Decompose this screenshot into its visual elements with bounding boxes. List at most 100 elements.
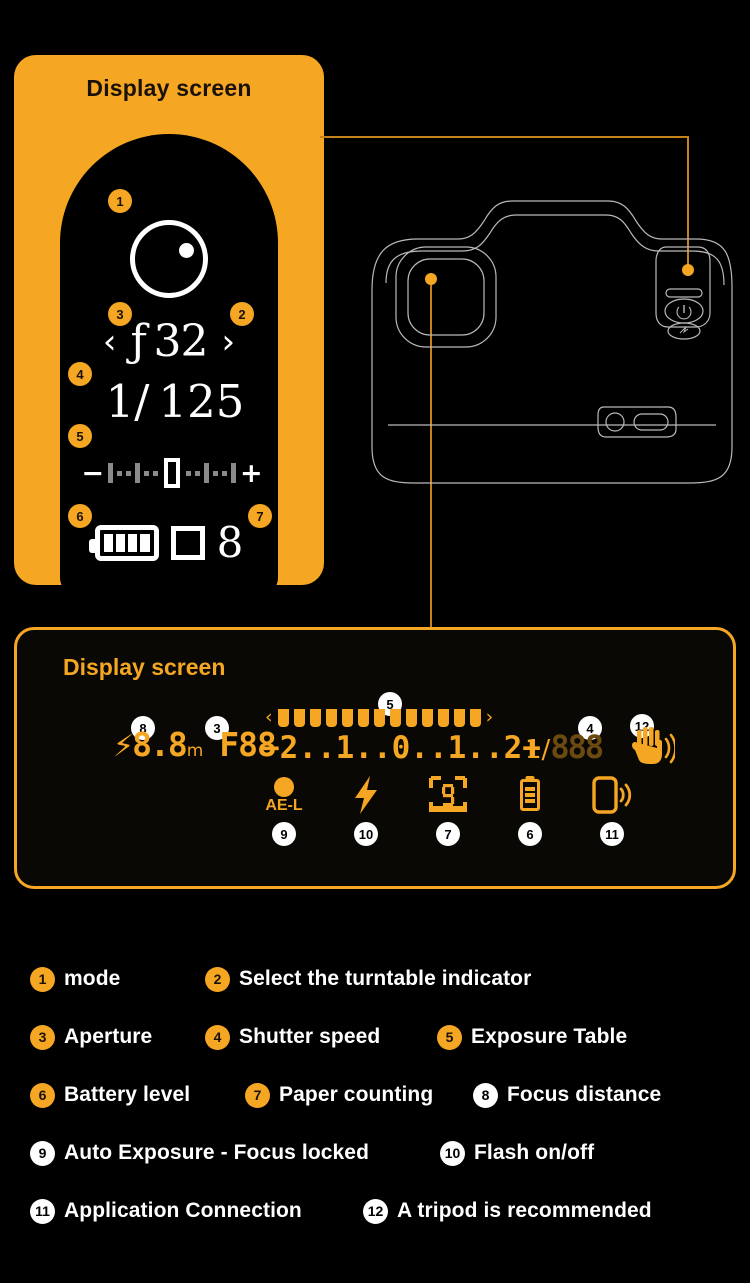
legend-label: A tripod is recommended (397, 1199, 652, 1222)
legend-label: Select the turntable indicator (239, 967, 532, 990)
legend-label: Aperture (64, 1025, 153, 1048)
legend-item-5: 5 Exposure Table (437, 1024, 628, 1050)
exposure-scale-numbers: −2..1..0..1..2+ (261, 730, 541, 766)
exposure-meter-top: − + (76, 456, 268, 490)
legend: 1 mode 2 Select the turntable indicator … (0, 950, 750, 1240)
exposure-dot (144, 470, 149, 476)
ae-lock-icon: AE-L (265, 774, 303, 816)
top-panel-title: Display screen (86, 75, 252, 101)
aperture-prev-chevron-icon[interactable]: ‹ (103, 325, 117, 359)
phone-connect-icon (591, 774, 633, 816)
legend-row: 3 Aperture 4 Shutter speed 5 Exposure Ta… (30, 1008, 720, 1066)
marker-7: 7 (248, 504, 272, 528)
exposure-dot (126, 470, 131, 476)
exposure-minus-sign: − (81, 457, 104, 489)
bar-tick (421, 708, 433, 727)
legend-badge: 8 (473, 1082, 498, 1108)
mode-dial-icon (130, 220, 208, 298)
paper-count-value: 8 (216, 518, 244, 567)
exposure-cursor (164, 458, 180, 488)
legend-item-6: 6 Battery level (30, 1082, 245, 1108)
top-display-panel: Display screen 1 3 2 ‹ ƒ 32 › 4 1/ 125 5… (14, 55, 324, 594)
legend-label: Application Connection (64, 1199, 302, 1222)
hand-shake-icon (629, 726, 677, 771)
infographic-root: Display screen 1 3 2 ‹ ƒ 32 › 4 1/ 125 5… (0, 0, 750, 1283)
legend-badge: 5 (437, 1024, 462, 1050)
exposure-dot (195, 470, 200, 476)
bar-right-arrow-icon: › (485, 706, 494, 728)
bottom-lcd-screen: 8 3 5 4 12 ⚡ 8.8 m F88 ‹ › −2..1..0..1..… (17, 692, 733, 878)
bar-tick (373, 708, 385, 727)
legend-row: 11 Application Connection 12 A tripod is… (30, 1182, 720, 1240)
legend-row: 9 Auto Exposure - Focus locked 10 Flash … (30, 1124, 720, 1182)
exposure-bar-graph: ‹ › (265, 708, 493, 727)
mode-dial-indicator-dot (179, 243, 194, 258)
aperture-next-chevron-icon[interactable]: › (222, 325, 236, 359)
top-lcd-screen: 1 3 2 ‹ ƒ 32 › 4 1/ 125 5 − + 8 6 7 (60, 134, 278, 594)
bar-tick (357, 708, 369, 727)
marker-6-bottom: 6 (518, 822, 542, 846)
camera-back-line-drawing (366, 185, 736, 485)
legend-badge: 2 (205, 966, 230, 992)
legend-badge: 4 (205, 1024, 230, 1050)
legend-item-10: 10 Flash on/off (440, 1140, 595, 1166)
status-row-top: 8 (60, 522, 278, 564)
legend-row: 6 Battery level 7 Paper counting 8 Focus… (30, 1066, 720, 1124)
marker-9: 9 (272, 822, 296, 846)
flash-prefix-icon: ⚡ (113, 729, 135, 764)
legend-label: mode (64, 967, 121, 990)
bottom-panel-title: Display screen (63, 654, 226, 680)
battery-cell: 6 (507, 774, 553, 846)
legend-item-4: 4 Shutter speed (205, 1024, 437, 1050)
exposure-dot (222, 470, 227, 476)
legend-badge: 12 (363, 1198, 388, 1224)
paper-square-icon (170, 526, 205, 560)
legend-badge: 3 (30, 1024, 55, 1050)
legend-label: Battery level (64, 1083, 191, 1106)
status-icon-row: AE-L 9 10 7 6 11 (261, 774, 635, 846)
bar-tick (341, 708, 353, 727)
legend-label: Auto Exposure - Focus locked (64, 1141, 370, 1164)
bar-tick (469, 708, 481, 727)
legend-label: Exposure Table (471, 1025, 628, 1048)
bar-tick (309, 708, 321, 727)
exposure-plus-sign: + (240, 457, 263, 489)
exposure-dot (117, 470, 122, 476)
marker-6: 6 (68, 504, 92, 528)
marker-7-bottom: 7 (436, 822, 460, 846)
exposure-dot (186, 470, 191, 476)
legend-label: Focus distance (507, 1083, 662, 1106)
legend-item-12: 12 A tripod is recommended (363, 1198, 652, 1224)
legend-item-9: 9 Auto Exposure - Focus locked (30, 1140, 440, 1166)
legend-label: Flash on/off (474, 1141, 595, 1164)
exposure-tick (135, 463, 140, 483)
legend-label: Paper counting (279, 1083, 434, 1106)
legend-item-11: 11 Application Connection (30, 1198, 363, 1224)
aperture-readout-row: ‹ ƒ 32 › (60, 320, 278, 364)
bottom-main-readouts: ⚡ 8.8 m F88 (113, 728, 277, 762)
shutter-speed-value: 1/ 125 (105, 375, 245, 428)
bar-tick (293, 708, 305, 727)
frame-counter-icon (428, 774, 468, 816)
bar-tick (405, 708, 417, 727)
bar-tick (277, 708, 289, 727)
leader-line-horizontal (320, 136, 689, 138)
shutter-prefix: 1/ (525, 735, 551, 765)
battery-icon (520, 774, 540, 816)
shutter-value-segments: 888 (550, 728, 604, 766)
ae-lock-cell: AE-L 9 (261, 774, 307, 846)
focus-distance-block: ⚡ 8.8 m (113, 728, 203, 762)
frame-counter-cell: 7 (425, 774, 471, 846)
bottom-display-panel: Display screen 8 3 5 4 12 ⚡ 8.8 m F88 ‹ (14, 627, 736, 889)
marker-11: 11 (600, 822, 624, 846)
bar-tick (437, 708, 449, 727)
marker-1: 1 (108, 189, 132, 213)
legend-badge: 6 (30, 1082, 55, 1108)
legend-badge: 11 (30, 1198, 55, 1224)
focus-distance-value: 8.8 (132, 725, 188, 764)
bar-tick (453, 708, 465, 727)
legend-item-8: 8 Focus distance (473, 1082, 662, 1108)
legend-badge: 7 (245, 1082, 270, 1108)
legend-row: 1 mode 2 Select the turntable indicator (30, 950, 720, 1008)
legend-label: Shutter speed (239, 1025, 381, 1048)
